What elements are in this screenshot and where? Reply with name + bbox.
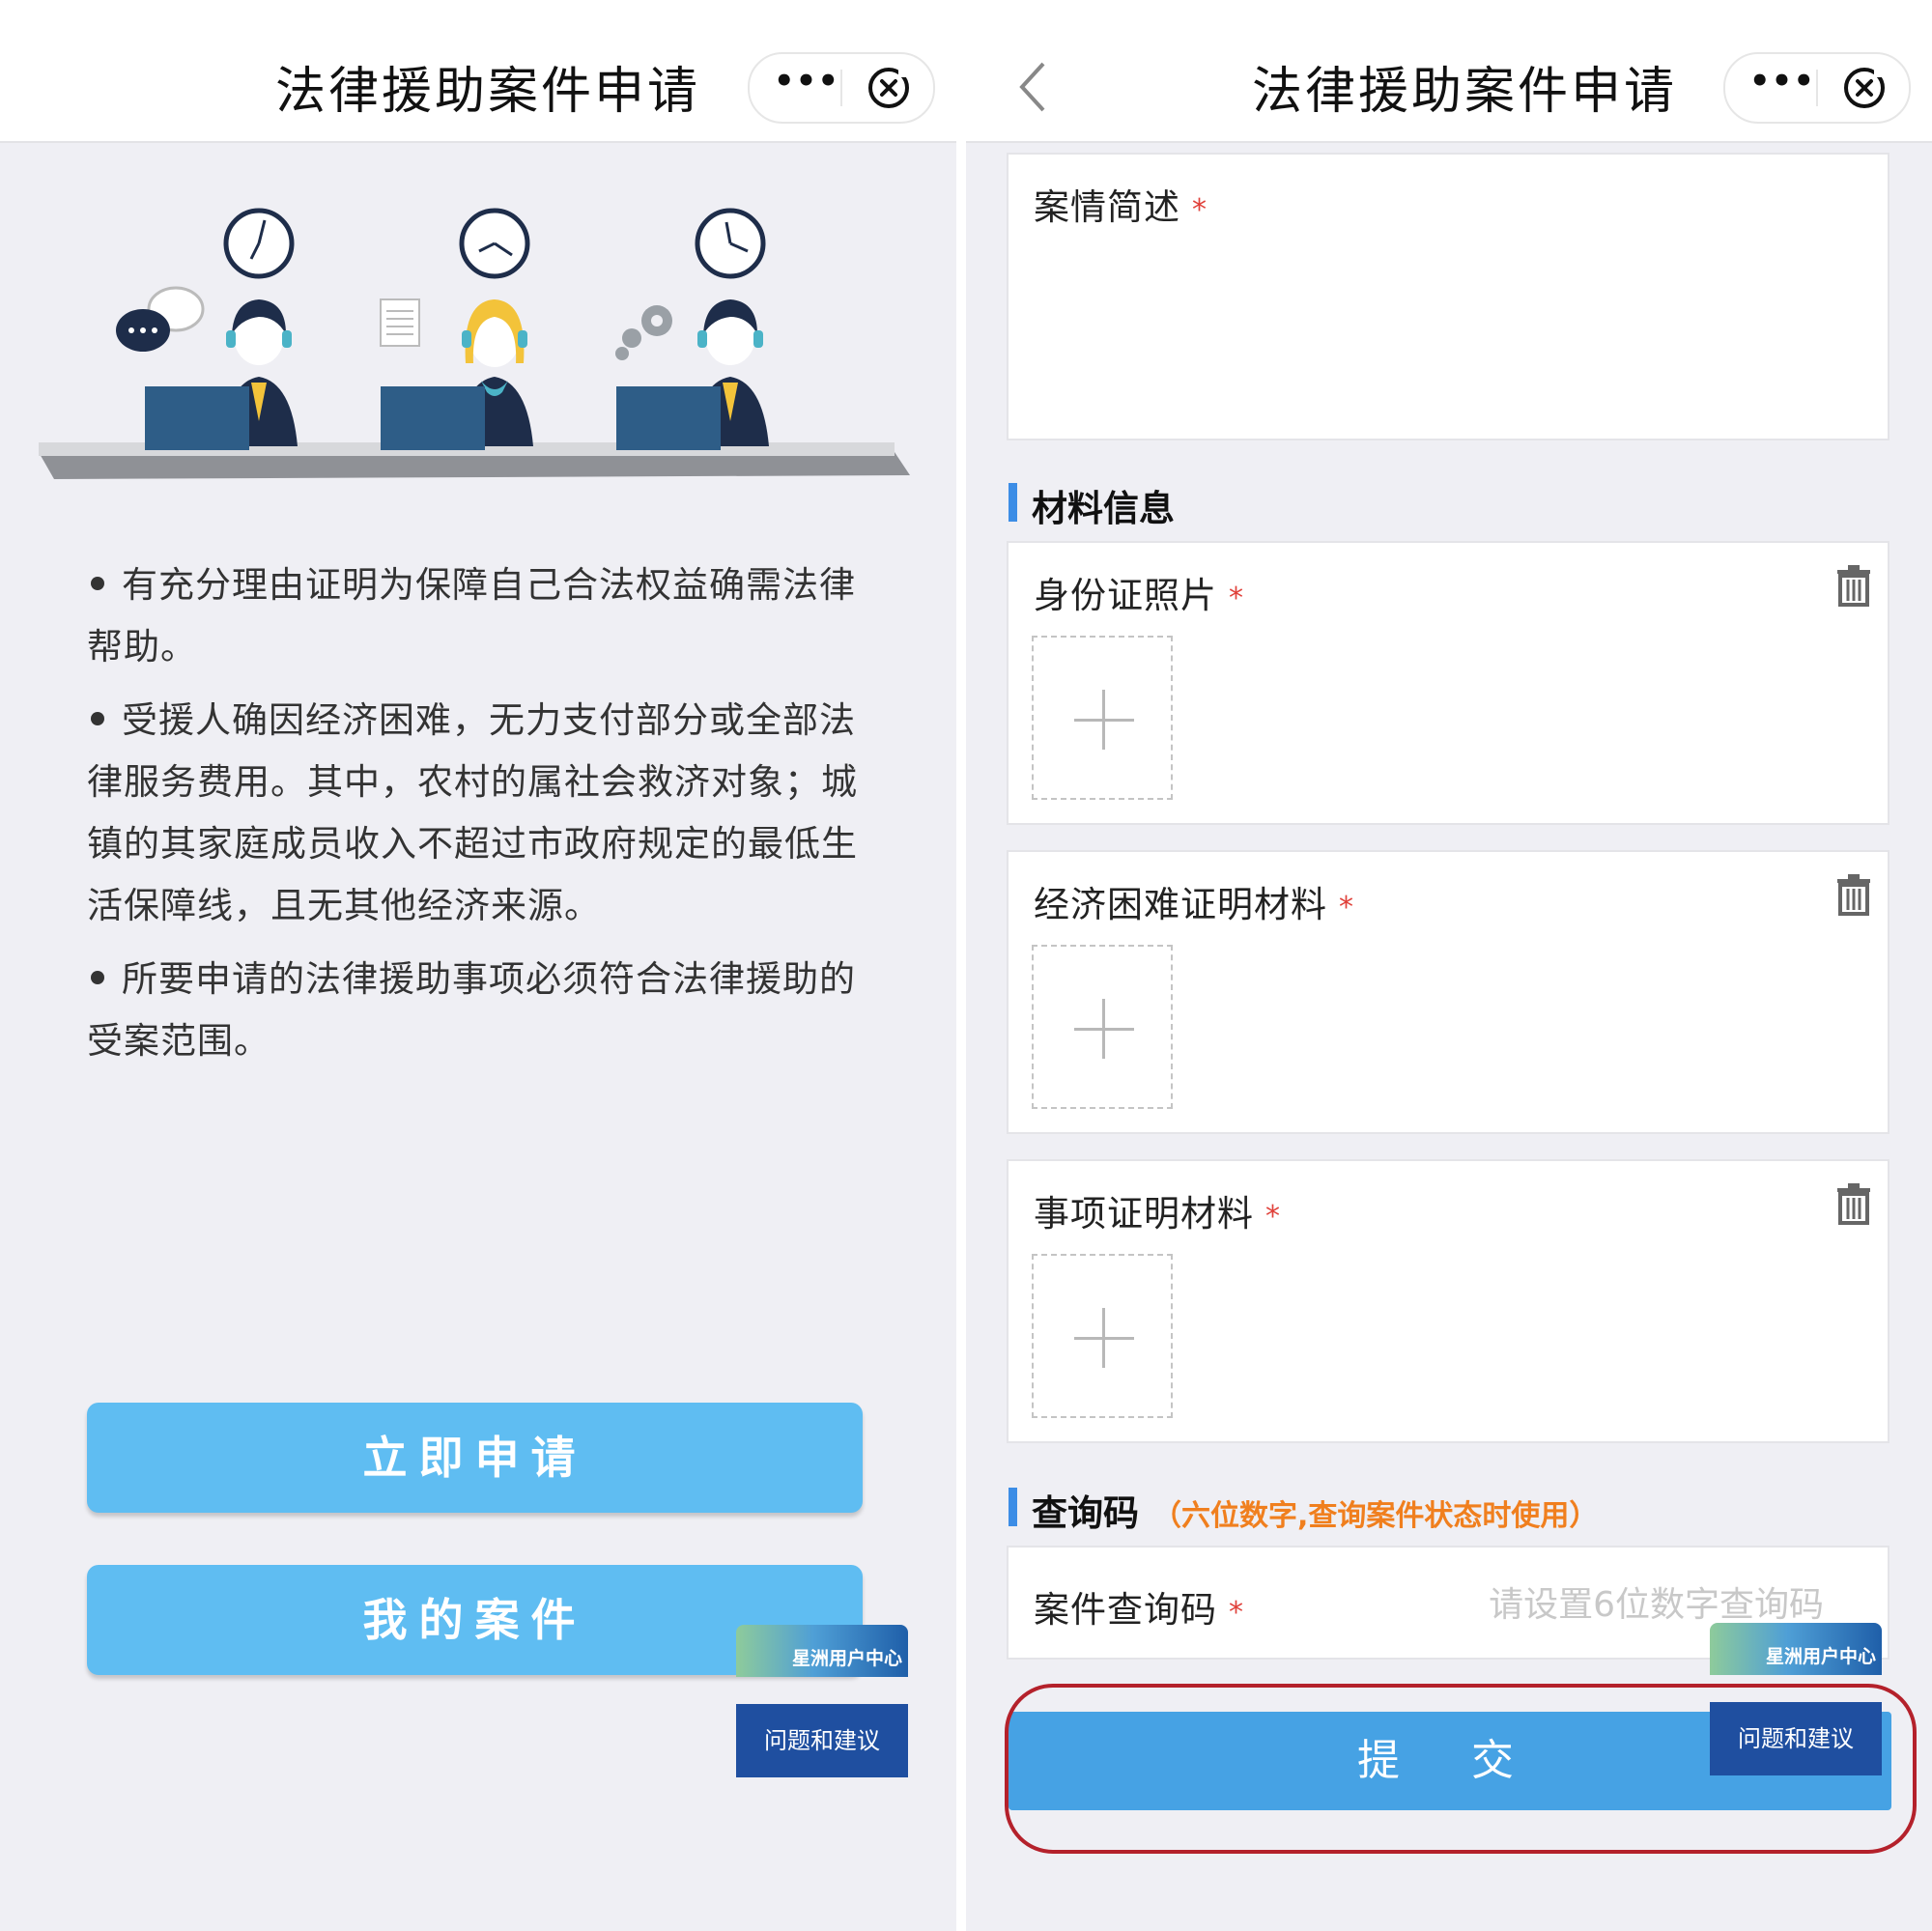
rule-item: 受援人确因经济困难，无力支付部分或全部法律服务费用。其中，农村的属社会救济对象；… (87, 699, 858, 926)
matter-proof-card: 事项证明材料 * (1007, 1159, 1889, 1443)
trash-icon[interactable] (1835, 1182, 1872, 1229)
hardship-proof-card: 经济困难证明材料 * (1007, 850, 1889, 1134)
upload-matter-proof[interactable] (1032, 1254, 1173, 1418)
id-photo-card: 身份证照片 * (1007, 541, 1889, 825)
hardship-proof-label: 经济困难证明材料 * (1034, 884, 1354, 925)
capsule-divider (840, 70, 842, 106)
clock-icon (223, 208, 295, 279)
more-dots-icon[interactable]: ••• (773, 62, 840, 110)
rule-item: 有充分理由证明为保障自己合法权益确需法律帮助。 (87, 564, 856, 667)
required-mark: * (1339, 891, 1354, 924)
right-screen: 法律援助案件申请 ••• 案情简述 * 材料信息 身份证照片 * 经济困难证明材… (966, 0, 1932, 1931)
user-center-badge[interactable]: 星洲用户中心 (736, 1625, 908, 1677)
feedback-button[interactable]: 问题和建议 (736, 1704, 908, 1777)
materials-section-title: 材料信息 (1009, 479, 1175, 531)
page-title: 法律援助案件申请 (1252, 63, 1678, 121)
left-screen: 法律援助案件申请 ••• 有充分理由证明为保障自己合法权益确需法律帮助。 受援人… (0, 0, 956, 1931)
panel-divider (956, 0, 966, 1931)
trash-icon[interactable] (1835, 873, 1872, 920)
id-photo-label: 身份证照片 * (1034, 575, 1244, 616)
mini-program-capsule: ••• (1723, 52, 1911, 124)
required-mark: * (1192, 193, 1208, 227)
upload-hardship-proof[interactable] (1032, 945, 1173, 1109)
customer-service-illustration (29, 193, 918, 493)
query-code-section-title: 查询码 （六位数字,查询案件状态时使用） (1009, 1484, 1598, 1536)
matter-proof-label: 事项证明材料 * (1034, 1193, 1281, 1235)
gear-icon (615, 305, 672, 360)
more-dots-icon[interactable]: ••• (1748, 62, 1816, 110)
apply-now-button[interactable]: 立即申请 (87, 1403, 863, 1513)
required-mark: * (1229, 582, 1244, 615)
agent-figure-3 (616, 299, 769, 450)
required-mark: * (1265, 1200, 1281, 1234)
close-circle-icon[interactable] (866, 64, 914, 116)
close-circle-icon[interactable] (1841, 64, 1889, 116)
document-icon (380, 298, 420, 347)
query-code-label: 案件查询码 * (1034, 1589, 1244, 1631)
user-center-badge[interactable]: 星洲用户中心 (1710, 1623, 1882, 1675)
query-code-hint: （六位数字,查询案件状态时使用） (1152, 1499, 1599, 1533)
upload-id-photo[interactable] (1032, 636, 1173, 800)
case-summary-label: 案情简述 * (1034, 186, 1208, 228)
feedback-button[interactable]: 问题和建议 (1710, 1702, 1882, 1775)
eligibility-rules: 有充分理由证明为保障自己合法权益确需法律帮助。 受援人确因经济困难，无力支付部分… (87, 554, 860, 1084)
chat-bubble-icon (116, 286, 205, 352)
bullet-icon (91, 971, 104, 984)
clock-icon (695, 208, 766, 279)
query-code-input[interactable]: 请设置6位数字查询码 (1489, 1576, 1824, 1627)
trash-icon[interactable] (1835, 564, 1872, 611)
case-summary-textarea[interactable]: 案情简述 * (1007, 153, 1889, 440)
rule-item: 所要申请的法律援助事项必须符合法律援助的受案范围。 (87, 958, 856, 1062)
chevron-left-icon[interactable] (1014, 60, 1053, 118)
nav-bar: 法律援助案件申请 ••• (0, 0, 956, 143)
required-mark: * (1229, 1596, 1244, 1630)
mini-program-capsule: ••• (748, 52, 935, 124)
bullet-icon (91, 712, 104, 725)
capsule-divider (1816, 70, 1818, 106)
clock-icon (459, 208, 530, 279)
section-bar (1009, 483, 1017, 522)
nav-bar: 法律援助案件申请 ••• (966, 0, 1932, 143)
bullet-icon (91, 577, 104, 590)
page-title: 法律援助案件申请 (275, 63, 701, 121)
section-bar (1009, 1488, 1017, 1526)
